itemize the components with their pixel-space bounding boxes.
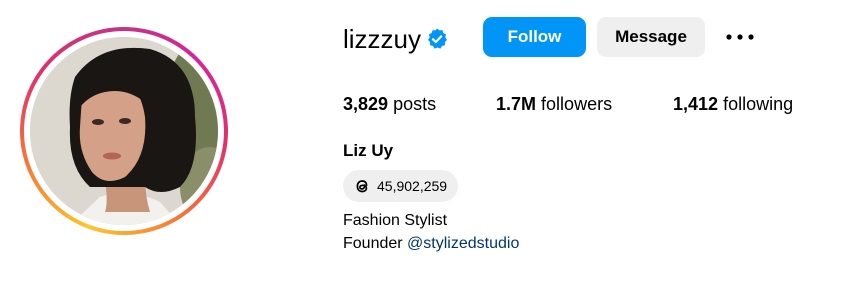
bio-founder-text: Founder [343, 235, 403, 252]
bio-line-2: Founder @stylizedstudio [343, 232, 519, 255]
full-name: Liz Uy [343, 141, 394, 160]
followers-count: 1.7M [496, 94, 537, 114]
message-button[interactable]: Message [597, 17, 705, 57]
following-label: following [723, 94, 794, 114]
avatar[interactable] [30, 37, 218, 225]
threads-count: 45,902,259 [377, 178, 448, 194]
followers-stat[interactable]: 1.7M followers [496, 92, 612, 116]
follow-button[interactable]: Follow [483, 17, 586, 57]
threads-icon [356, 180, 368, 193]
profile-header: lizzzuy Follow Message 3,829 posts 1.7M … [0, 0, 860, 285]
more-horizontal-icon[interactable] [724, 26, 756, 48]
following-count: 1,412 [673, 94, 719, 114]
followers-label: followers [541, 94, 613, 114]
posts-label: posts [393, 94, 437, 114]
avatar-photo [30, 37, 218, 225]
username: lizzzuy [343, 24, 422, 54]
threads-badge[interactable]: 45,902,259 [343, 170, 458, 202]
posts-stat: 3,829 posts [343, 92, 436, 116]
story-ring[interactable] [20, 27, 228, 235]
bio: Fashion Stylist Founder @stylizedstudio [343, 209, 519, 255]
bio-line-1: Fashion Stylist [343, 212, 448, 229]
verified-badge-icon [428, 28, 447, 49]
posts-count: 3,829 [343, 94, 389, 114]
following-stat[interactable]: 1,412 following [673, 92, 793, 116]
bio-mention-link[interactable]: @stylizedstudio [407, 235, 519, 252]
